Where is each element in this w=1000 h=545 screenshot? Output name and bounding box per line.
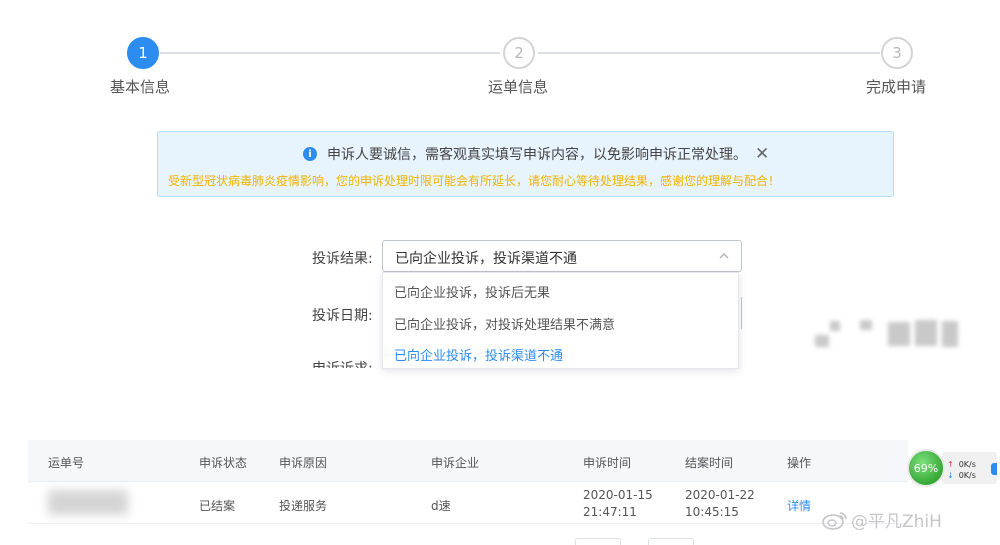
notice-main-text: 申诉人要诚信，需客观真实填写申诉内容，以免影响申诉正常处理。 [327, 147, 747, 163]
close-date-cell: 2020-01-22 [685, 488, 755, 502]
download-speed-value: 0K/s [958, 471, 976, 480]
notice-sub-text: 受新型冠状病毒肺炎疫情影响，您的申诉处理时限可能会有所延长，请您耐心等待处理结果… [168, 174, 781, 188]
col-header: 运单号 [48, 456, 85, 470]
col-header: 申诉企业 [431, 456, 480, 470]
step-1-label: 基本信息 [110, 78, 171, 96]
appeal-date-cell: 2020-01-15 [583, 488, 653, 502]
col-header: 申诉原因 [279, 456, 328, 470]
table-header: 运单号 申诉状态 申诉原因 申诉企业 申诉时间 结案时间 操作 [28, 440, 908, 482]
chevron-up-icon [719, 253, 729, 259]
progress-steps: 1 2 3 基本信息 运单信息 完成申请 [0, 0, 1000, 110]
col-header: 结案时间 [685, 456, 734, 470]
step-2-label: 运单信息 [488, 78, 549, 96]
appeal-time-cell: 21:47:11 [583, 505, 637, 519]
download-speed: ↓ 0K/s [947, 470, 992, 481]
col-header: 操作 [787, 456, 812, 470]
col-header: 申诉状态 [199, 456, 248, 470]
complaint-result-value: 已向企业投诉，投诉渠道不通 [395, 251, 577, 267]
arrow-down-icon: ↓ [947, 471, 954, 480]
close-time-cell: 10:45:15 [685, 505, 739, 519]
complaint-result-dropdown: 已向企业投诉，投诉后无果 已向企业投诉，对投诉处理结果不满意 已向企业投诉，投诉… [382, 272, 739, 369]
step-1-circle: 1 [127, 37, 159, 69]
detail-link[interactable]: 详情 [787, 497, 811, 514]
dropdown-option[interactable]: 已向企业投诉，对投诉处理结果不满意 [394, 314, 615, 333]
complaint-result-label: 投诉结果: [312, 251, 373, 267]
info-icon: i [303, 147, 317, 161]
complaint-result-select[interactable]: 已向企业投诉，投诉渠道不通 [382, 240, 742, 272]
upload-speed: ↑ 0K/s [947, 459, 992, 470]
dropdown-option[interactable]: 已向企业投诉，投诉后无果 [394, 282, 550, 301]
arrow-up-icon: ↑ [947, 460, 954, 469]
step-connector [160, 52, 500, 54]
net-speed-widget[interactable]: 69% ↑ 0K/s ↓ 0K/s [902, 444, 997, 494]
complaint-date-label: 投诉日期: [312, 308, 373, 324]
step-3-circle: 3 [881, 37, 913, 69]
step-2-circle: 2 [503, 37, 535, 69]
appeal-table: 运单号 申诉状态 申诉原因 申诉企业 申诉时间 结案时间 操作 已结案 投递服务… [28, 440, 908, 525]
appeal-request-label: 申诉诉求: [312, 358, 373, 368]
col-header: 申诉时间 [583, 456, 632, 470]
close-icon[interactable]: ✕ [755, 144, 769, 164]
pager-button[interactable] [648, 538, 694, 545]
dropdown-option-selected[interactable]: 已向企业投诉，投诉渠道不通 [394, 345, 563, 364]
step-3-label: 完成申请 [866, 78, 927, 96]
watermark: @平凡ZhiH [822, 507, 942, 532]
memory-gauge: 69% [907, 449, 945, 487]
watermark-text: @平凡ZhiH [851, 512, 942, 532]
step-connector [538, 52, 880, 54]
reason-cell: 投递服务 [279, 499, 328, 513]
weibo-icon [822, 511, 847, 530]
order-number-blurred [48, 490, 128, 515]
notice-main-line: i 申诉人要诚信，需客观真实填写申诉内容，以免影响申诉正常处理。 ✕ [303, 144, 769, 164]
upload-speed-value: 0K/s [958, 460, 976, 469]
blurred-content [810, 318, 970, 350]
pager-button[interactable] [575, 538, 621, 545]
speed-readout: ↑ 0K/s ↓ 0K/s [947, 459, 992, 481]
notice-banner: i 申诉人要诚信，需客观真实填写申诉内容，以免影响申诉正常处理。 ✕ 受新型冠状… [157, 131, 894, 197]
status-cell: 已结案 [199, 499, 236, 513]
company-cell: d速 [431, 499, 451, 513]
row-divider [28, 523, 908, 524]
